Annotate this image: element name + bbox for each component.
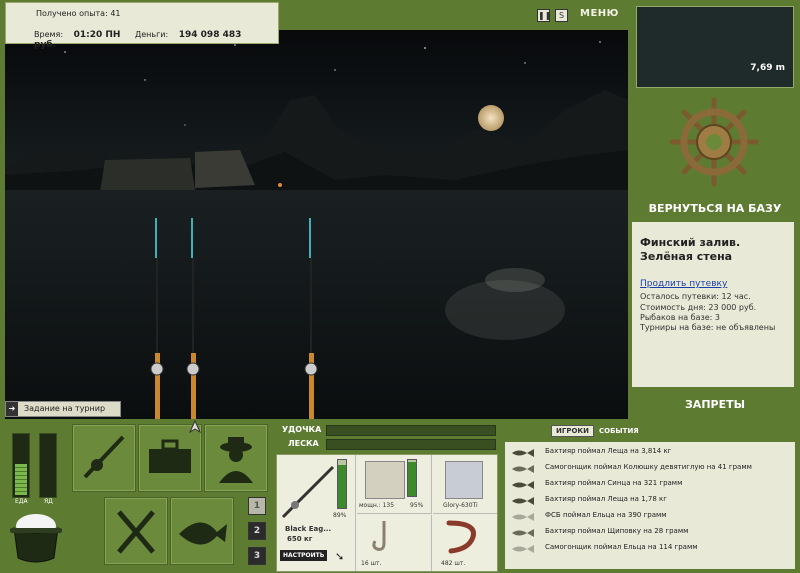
extend-voucher-link[interactable]: Продлить путевку: [640, 279, 727, 289]
reel-condition-bar: [407, 459, 417, 497]
list-item: Бахтияр поймал Щиповку на 28 грамм: [511, 525, 791, 540]
location-info-panel: Финский залив. Зелёная стена Продлить пу…: [632, 222, 794, 387]
fish-icon: [512, 449, 534, 457]
food-pot-icon[interactable]: [8, 508, 64, 568]
list-item: Бахтияр поймал Леща на 3,814 кг: [511, 445, 791, 460]
rod-label: УДОЧКА: [282, 425, 322, 434]
poison-label: ЯД: [44, 498, 53, 505]
campfire: [278, 183, 282, 187]
time-value: 01:20 ПН: [73, 30, 121, 40]
events-list: Бахтияр поймал Леща на 3,814 кг Самогонщ…: [505, 442, 795, 569]
line-name: Glory-630Ti: [443, 502, 478, 509]
menu-button[interactable]: МЕНЮ: [580, 8, 619, 19]
hooks-count: 16 шт.: [361, 560, 382, 567]
reel-percent: 95%: [410, 502, 424, 509]
rod-weight: 650 кг: [287, 535, 313, 543]
reel-slot[interactable]: мощн.: 135 95%: [357, 455, 432, 514]
fishers-count: Рыбаков на базе: 3: [640, 313, 720, 322]
list-item: Самогонщик поймал Колюшку девятиглую на …: [511, 461, 791, 476]
arrow-down-right-icon: ➘: [335, 550, 345, 563]
cooking-button[interactable]: [104, 497, 168, 565]
knife-fork-icon: [117, 510, 155, 554]
rod-reel-icon: [83, 435, 125, 479]
time-money-row: Время: 01:20 ПН Деньги: 194 098 483 руб.: [34, 30, 278, 50]
fish-icon: [179, 522, 227, 545]
tournament-task-label: Задание на турнир: [24, 404, 106, 413]
reel-condition-fill: [408, 461, 416, 496]
return-to-base-button[interactable]: ВЕРНУТЬСЯ НА БАЗУ: [640, 202, 790, 215]
mini-map[interactable]: 7,69 m: [636, 6, 794, 88]
voucher-left: Осталось путевки: 12 час.: [640, 292, 751, 301]
hook-slot[interactable]: 16 шт.: [357, 515, 432, 571]
time-label: Время:: [34, 30, 64, 39]
cursor-icon: [188, 420, 202, 434]
experience-label: Получено опыта: 41: [36, 9, 121, 18]
list-item: Бахтияр поймал Леща на 1,78 кг: [511, 493, 791, 508]
hook-icon: [372, 521, 386, 551]
list-item: Самогонщик поймал Ельца на 114 грамм: [511, 541, 791, 556]
fish-icon: [512, 481, 534, 489]
bans-button[interactable]: ЗАПРЕТЫ: [640, 398, 790, 411]
line-label: ЛЕСКА: [288, 439, 319, 448]
fish-icon: [512, 465, 534, 473]
list-item: Бахтияр поймал Синца на 321 грамм: [511, 477, 791, 492]
bait-count: 482 шт.: [441, 560, 466, 567]
food-meter: [12, 433, 30, 498]
ship-wheel-icon[interactable]: [668, 96, 760, 188]
tackle-panel: 89% Black Eag... 650 кг НАСТРОИТЬ ➘ мощн…: [276, 454, 498, 572]
fisherman-icon: [219, 437, 253, 483]
food-meter-fill: [15, 463, 27, 495]
poison-meter: [39, 433, 57, 498]
page-button-1[interactable]: 1: [248, 497, 266, 515]
page-button-3[interactable]: 3: [248, 547, 266, 565]
depth-value: 7,69 m: [750, 63, 785, 73]
fish-icon: [512, 513, 534, 521]
rod-tension-bar: [326, 425, 496, 436]
reel-icon: [365, 461, 405, 499]
fish-icon: [512, 545, 534, 553]
rod-icon: [281, 465, 335, 519]
moon: [478, 105, 504, 131]
rod-percent: 89%: [333, 512, 347, 519]
tournament-task-bar[interactable]: ➜ Задание на турнир: [5, 401, 121, 417]
location-title: Финский залив. Зелёная стена: [640, 236, 741, 263]
list-item: ФСБ поймал Ельца на 390 грамм: [511, 509, 791, 524]
day-cost: Стоимость дня: 23 000 руб.: [640, 303, 757, 312]
fishing-scene[interactable]: [5, 30, 628, 419]
line-spool-icon: [445, 461, 483, 499]
food-label: ЕДА: [15, 498, 28, 505]
fish-icon: [512, 497, 534, 505]
line-slot[interactable]: Glory-630Ti: [433, 455, 497, 514]
tab-events[interactable]: СОБЫТИЯ: [599, 427, 639, 435]
rod-slot[interactable]: 89% Black Eag... 650 кг НАСТРОИТЬ ➘: [277, 455, 356, 571]
worm-bait-icon: [446, 520, 476, 554]
reel-power: мощн.: 135: [359, 502, 395, 509]
setup-button[interactable]: НАСТРОИТЬ: [280, 550, 328, 561]
money-label: Деньги:: [134, 30, 169, 39]
fisherman-button[interactable]: [204, 424, 268, 492]
pause-icon[interactable]: ❚❚: [537, 9, 551, 22]
bait-slot[interactable]: 482 шт.: [433, 515, 497, 571]
arrow-right-icon: ➜: [6, 402, 18, 416]
rod-condition-fill: [338, 465, 346, 508]
rod-name: Black Eag...: [285, 525, 332, 533]
sound-icon[interactable]: S: [555, 9, 568, 22]
lake-night-scene: [5, 30, 628, 419]
tab-players[interactable]: ИГРОКИ: [551, 425, 594, 437]
fish-cage-button[interactable]: [170, 497, 234, 565]
fish-icon: [512, 529, 534, 537]
page-button-2[interactable]: 2: [248, 522, 266, 540]
player-info-panel: Получено опыта: 41 Время: 01:20 ПН Деньг…: [5, 2, 279, 50]
rod-condition-bar: [337, 459, 347, 509]
tackle-box-button[interactable]: [138, 424, 202, 492]
tackle-button[interactable]: [72, 424, 136, 492]
tournaments-info: Турниры на базе: не объявлены: [640, 323, 776, 332]
line-tension-bar: [326, 439, 496, 450]
tackle-box-icon: [149, 439, 191, 473]
